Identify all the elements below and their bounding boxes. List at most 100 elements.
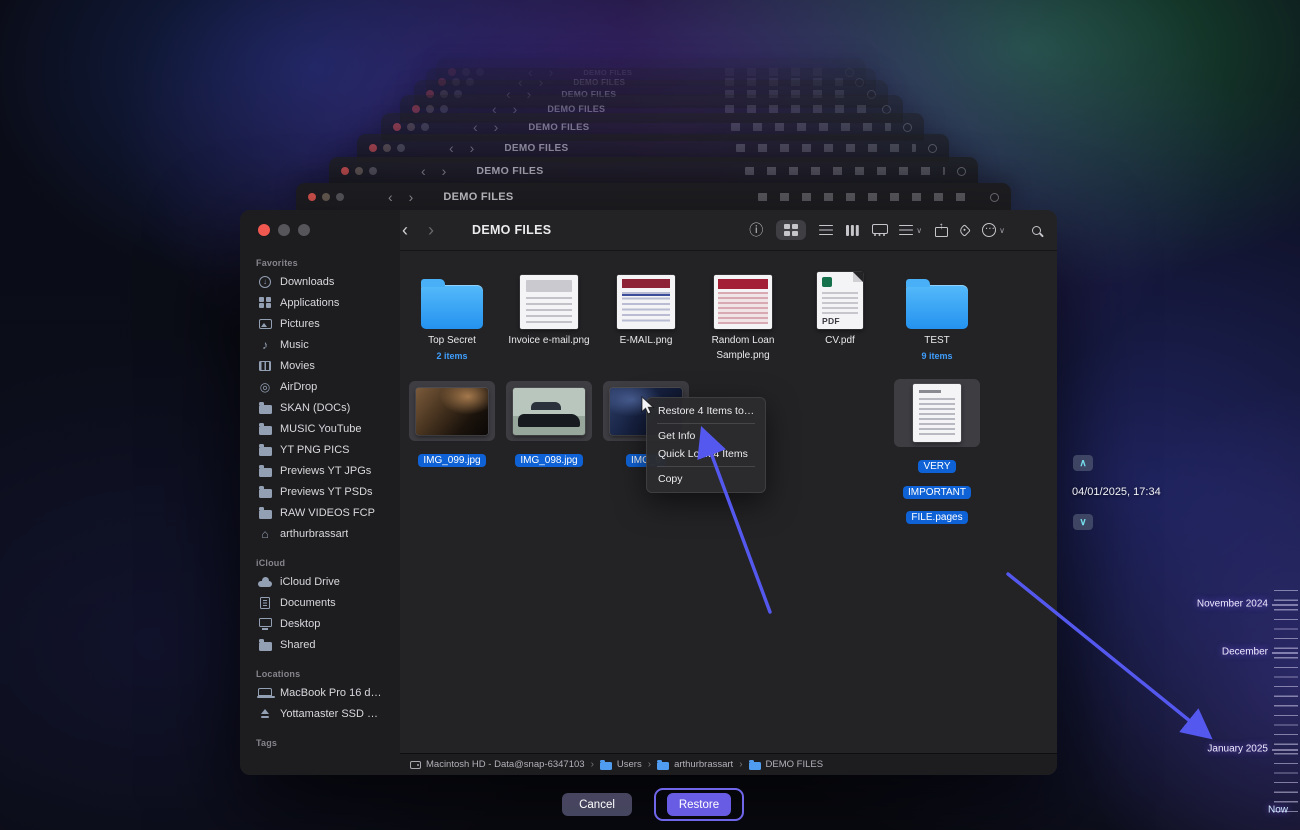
file-cv-pdf[interactable]: PDF CV.pdf	[795, 265, 885, 349]
timeline-january-2025[interactable]: January 2025	[1207, 744, 1268, 755]
menu-item-quick-look[interactable]: Quick Look 4 Items	[647, 445, 765, 463]
back-icon: ‹	[449, 140, 454, 156]
sidebar-item-previews-yt-jpgs[interactable]: Previews YT JPGs	[250, 460, 390, 481]
file-invoice-email[interactable]: Invoice e-mail.png	[504, 265, 594, 349]
path-segment-volume[interactable]: Macintosh HD - Data@snap-6347103	[410, 759, 585, 770]
more-actions-button[interactable]: ∨	[982, 223, 1005, 237]
sidebar-item-macbook-pro[interactable]: MacBook Pro 16 de Ar…	[250, 682, 390, 703]
sidebar-item-music-youtube[interactable]: MUSIC YouTube	[250, 418, 390, 439]
image-thumbnail	[617, 275, 675, 329]
back-icon: ‹	[421, 163, 426, 179]
file-very-important-pages[interactable]: VERY IMPORTANT FILE.pages	[892, 379, 982, 529]
pages-thumbnail	[913, 384, 961, 442]
sidebar-item-movies[interactable]: Movies	[250, 355, 390, 376]
sidebar-item-skan-docs[interactable]: SKAN (DOCs)	[250, 397, 390, 418]
close-button[interactable]	[258, 224, 270, 236]
sidebar-item-yottamaster-ssd[interactable]: Yottamaster SSD 2TB	[250, 703, 390, 724]
restore-button[interactable]: Restore	[667, 793, 731, 816]
sidebar-item-icloud-drive[interactable]: iCloud Drive	[250, 571, 390, 592]
sidebar: Favorites Downloads Applications Picture…	[240, 250, 400, 775]
laptop-icon	[258, 688, 272, 696]
window-title: DEMO FILES	[472, 223, 551, 237]
search-icon[interactable]	[1032, 226, 1041, 235]
sidebar-item-previews-yt-psds[interactable]: Previews YT PSDs	[250, 481, 390, 502]
path-segment-users[interactable]: Users	[600, 759, 642, 770]
timeline-now[interactable]: Now	[1268, 805, 1288, 816]
folder-icon	[657, 762, 669, 770]
columns-view-icon[interactable]	[846, 225, 859, 236]
search-icon	[957, 167, 966, 176]
folder-icon	[749, 762, 761, 770]
pdf-thumbnail: PDF	[817, 272, 863, 329]
menu-item-get-info[interactable]: Get Info	[647, 427, 765, 445]
menu-item-restore[interactable]: Restore 4 Items to…	[647, 402, 765, 420]
minimize-button[interactable]	[278, 224, 290, 236]
info-icon[interactable]: ⓘ	[749, 223, 763, 237]
image-thumbnail	[520, 275, 578, 329]
traffic-lights	[412, 105, 448, 113]
snapshot-newer-button[interactable]: ∧	[1073, 455, 1093, 471]
forward-button[interactable]: ›	[428, 221, 434, 239]
tag-icon[interactable]	[958, 224, 971, 237]
window-title: DEMO FILES	[504, 143, 568, 154]
stacked-window-2[interactable]: ‹› DEMO FILES	[329, 157, 978, 185]
sidebar-item-documents[interactable]: Documents	[250, 592, 390, 613]
traffic-lights	[369, 144, 405, 152]
file-img-099[interactable]: IMG_099.jpg	[407, 381, 497, 472]
pdf-badge: PDF	[822, 316, 840, 326]
timeline-november-2024[interactable]: November 2024	[1197, 599, 1268, 610]
cancel-button[interactable]: Cancel	[562, 793, 632, 816]
gallery-view-icon[interactable]	[872, 224, 886, 236]
file-grid: Top Secret 2 items Invoice e-mail.png E-…	[400, 250, 1057, 753]
file-img-098[interactable]: IMG_098.jpg	[504, 381, 594, 472]
back-button[interactable]: ‹	[402, 221, 408, 239]
window-title: DEMO FILES	[443, 191, 513, 203]
forward-icon: ›	[494, 119, 499, 135]
timeline-ticks[interactable]	[1274, 590, 1298, 815]
sidebar-item-raw-videos-fcp[interactable]: RAW VIDEOS FCP	[250, 502, 390, 523]
sidebar-section-tags: Tags	[256, 738, 384, 748]
music-icon: ♪	[257, 338, 273, 352]
sidebar-item-pictures[interactable]: Pictures	[250, 313, 390, 334]
traffic-lights	[308, 193, 344, 201]
file-top-secret[interactable]: Top Secret 2 items	[407, 265, 497, 361]
group-by-button[interactable]: ∨	[899, 225, 922, 236]
sidebar-item-music[interactable]: ♪Music	[250, 334, 390, 355]
file-test-folder[interactable]: TEST 9 items	[892, 265, 982, 361]
sidebar-item-shared[interactable]: Shared	[250, 634, 390, 655]
search-icon	[928, 144, 937, 153]
timeline-december[interactable]: December	[1222, 647, 1268, 658]
stacked-window-1[interactable]: ‹› DEMO FILES	[296, 183, 1011, 211]
sidebar-item-downloads[interactable]: Downloads	[250, 271, 390, 292]
menu-item-copy[interactable]: Copy	[647, 470, 765, 488]
folder-icon	[906, 285, 968, 329]
snapshot-timestamp: 04/01/2025, 17:34	[1072, 486, 1161, 498]
sidebar-item-yt-png-pics[interactable]: YT PNG PICS	[250, 439, 390, 460]
snapshot-older-button[interactable]: ∨	[1073, 514, 1093, 530]
file-e-mail[interactable]: E-MAIL.png	[601, 265, 691, 349]
selection-highlight	[409, 381, 495, 441]
toolbar-icons-strip	[736, 144, 916, 152]
path-segment-user[interactable]: arthurbrassart	[657, 759, 733, 770]
grid-view-button[interactable]	[776, 220, 806, 240]
grid-view-icon	[784, 224, 798, 236]
movies-icon	[259, 361, 271, 371]
item-count: 9 items	[892, 351, 982, 361]
list-view-icon[interactable]	[819, 225, 833, 236]
sidebar-item-airdrop[interactable]: ◎AirDrop	[250, 376, 390, 397]
disk-icon	[410, 761, 421, 769]
sidebar-section-locations: Locations	[256, 669, 384, 679]
share-icon[interactable]	[935, 224, 947, 237]
file-random-loan-sample[interactable]: Random Loan Sample.png	[698, 265, 788, 363]
sidebar-item-desktop[interactable]: Desktop	[250, 613, 390, 634]
chevron-up-icon: ∧	[1079, 458, 1086, 469]
zoom-button[interactable]	[298, 224, 310, 236]
path-segment-demo-files[interactable]: DEMO FILES	[749, 759, 824, 770]
folder-icon	[259, 489, 272, 498]
forward-icon: ›	[409, 189, 414, 205]
sidebar-item-applications[interactable]: Applications	[250, 292, 390, 313]
sidebar-item-arthurbrassart[interactable]: ⌂arthurbrassart	[250, 523, 390, 544]
group-by-icon	[899, 225, 913, 236]
folder-icon	[600, 762, 612, 770]
downloads-icon	[259, 276, 271, 288]
